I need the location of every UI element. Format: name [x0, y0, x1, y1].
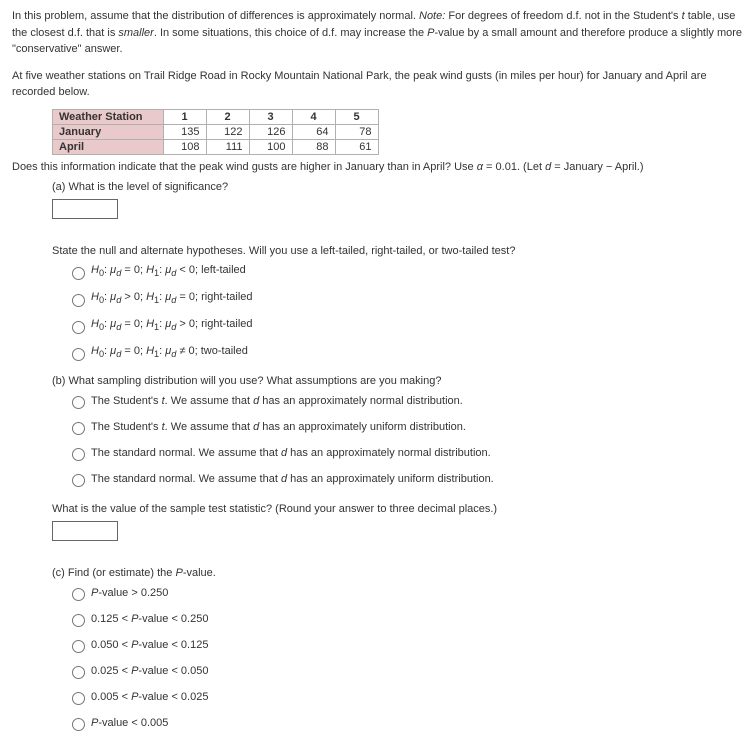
q-main-a: Does this information indicate that the … — [12, 161, 477, 173]
intro-note-label: Note: — [419, 10, 445, 22]
hyp-opt-4: H0: μd = 0; H1: μd ≠ 0; two-tailed — [67, 344, 744, 361]
row-label-apr: April — [53, 139, 164, 154]
dist-radio-1[interactable] — [72, 396, 85, 409]
pval-radio-5[interactable] — [72, 692, 85, 705]
cell: 88 — [292, 139, 335, 154]
col-1: 1 — [163, 109, 206, 124]
dist-lbl-4: The standard normal. We assume that d ha… — [91, 472, 494, 486]
cell: 126 — [249, 124, 292, 139]
intro-text: In this problem, assume that the distrib… — [12, 8, 744, 58]
pval-lbl-2: 0.125 < P-value < 0.250 — [91, 612, 208, 626]
intro-smaller: smaller — [118, 27, 153, 39]
col-4: 4 — [292, 109, 335, 124]
q-main-c: = January − April.) — [551, 161, 643, 173]
hyp-opt-1: H0: μd = 0; H1: μd < 0; left-tailed — [67, 263, 744, 280]
cell: 122 — [206, 124, 249, 139]
part-b-label: (b) What sampling distribution will you … — [52, 375, 744, 387]
main-question: Does this information indicate that the … — [12, 159, 744, 176]
pval-opt-2: 0.125 < P-value < 0.250 — [67, 611, 744, 627]
part-a-state: State the null and alternate hypotheses.… — [52, 245, 744, 257]
pval-lbl-4: 0.025 < P-value < 0.050 — [91, 664, 208, 678]
col-5: 5 — [335, 109, 378, 124]
dist-radio-3[interactable] — [72, 448, 85, 461]
row-label-jan: January — [53, 124, 164, 139]
pval-radio-1[interactable] — [72, 588, 85, 601]
col-3: 3 — [249, 109, 292, 124]
pval-opt-6: P-value < 0.005 — [67, 715, 744, 731]
pval-lbl-6: P-value < 0.005 — [91, 716, 168, 730]
hyp-radio-1[interactable] — [72, 267, 85, 280]
pval-opt-3: 0.050 < P-value < 0.125 — [67, 637, 744, 653]
hyp-radio-3[interactable] — [72, 321, 85, 334]
cell: 111 — [206, 139, 249, 154]
part-b-stat: What is the value of the sample test sta… — [52, 503, 744, 515]
data-table: Weather Station 1 2 3 4 5 January 135 12… — [52, 109, 379, 155]
dist-radio-2[interactable] — [72, 422, 85, 435]
hypothesis-options: H0: μd = 0; H1: μd < 0; left-tailed H0: … — [67, 263, 744, 361]
dist-lbl-3: The standard normal. We assume that d ha… — [91, 446, 491, 460]
pval-opt-5: 0.005 < P-value < 0.025 — [67, 689, 744, 705]
hyp-radio-2[interactable] — [72, 294, 85, 307]
table-header: Weather Station — [53, 109, 164, 124]
pval-radio-3[interactable] — [72, 640, 85, 653]
col-2: 2 — [206, 109, 249, 124]
cell: 64 — [292, 124, 335, 139]
intro-note-body3: . In some situations, this choice of d.f… — [154, 27, 427, 39]
table-row: January 135 122 126 64 78 — [53, 124, 379, 139]
cell: 108 — [163, 139, 206, 154]
cell: 78 — [335, 124, 378, 139]
pval-opt-1: P-value > 0.250 — [67, 585, 744, 601]
dist-lbl-2: The Student's t. We assume that d has an… — [91, 420, 466, 434]
intro-p1: In this problem, assume that the distrib… — [12, 10, 419, 22]
cell: 135 — [163, 124, 206, 139]
pval-lbl-1: P-value > 0.250 — [91, 586, 168, 600]
part-c-label-b: -value. — [183, 567, 216, 579]
table-row: April 108 111 100 88 61 — [53, 139, 379, 154]
q-main-b: = 0.01. (Let — [483, 161, 545, 173]
pval-radio-4[interactable] — [72, 666, 85, 679]
intro-pval: P — [427, 27, 434, 39]
pval-opt-4: 0.025 < P-value < 0.050 — [67, 663, 744, 679]
significance-input[interactable] — [52, 199, 118, 219]
hyp-opt-2: H0: μd > 0; H1: μd = 0; right-tailed — [67, 290, 744, 307]
test-statistic-input[interactable] — [52, 521, 118, 541]
pval-lbl-3: 0.050 < P-value < 0.125 — [91, 638, 208, 652]
dist-opt-4: The standard normal. We assume that d ha… — [67, 471, 744, 487]
pval-lbl-5: 0.005 < P-value < 0.025 — [91, 690, 208, 704]
opt-h0: H — [91, 264, 99, 276]
pval-radio-6[interactable] — [72, 718, 85, 731]
part-a-label: (a) What is the level of significance? — [52, 181, 744, 193]
dist-opt-2: The Student's t. We assume that d has an… — [67, 419, 744, 435]
dist-opt-3: The standard normal. We assume that d ha… — [67, 445, 744, 461]
intro-note-body: For degrees of freedom d.f. not in the S… — [445, 10, 681, 22]
dist-options: The Student's t. We assume that d has an… — [67, 393, 744, 487]
part-c-label: (c) Find (or estimate) the P-value. — [52, 567, 744, 579]
hyp-radio-4[interactable] — [72, 348, 85, 361]
cell: 100 — [249, 139, 292, 154]
part-c-label-a: (c) Find (or estimate) the — [52, 567, 175, 579]
dist-opt-1: The Student's t. We assume that d has an… — [67, 393, 744, 409]
pval-radio-2[interactable] — [72, 614, 85, 627]
pval-letter: P — [175, 567, 182, 579]
cell: 61 — [335, 139, 378, 154]
hyp-opt-3: H0: μd = 0; H1: μd > 0; right-tailed — [67, 317, 744, 334]
dist-radio-4[interactable] — [72, 474, 85, 487]
pvalue-options: P-value > 0.250 0.125 < P-value < 0.250 … — [67, 585, 744, 731]
dist-lbl-1: The Student's t. We assume that d has an… — [91, 394, 463, 408]
context-text: At five weather stations on Trail Ridge … — [12, 68, 744, 101]
